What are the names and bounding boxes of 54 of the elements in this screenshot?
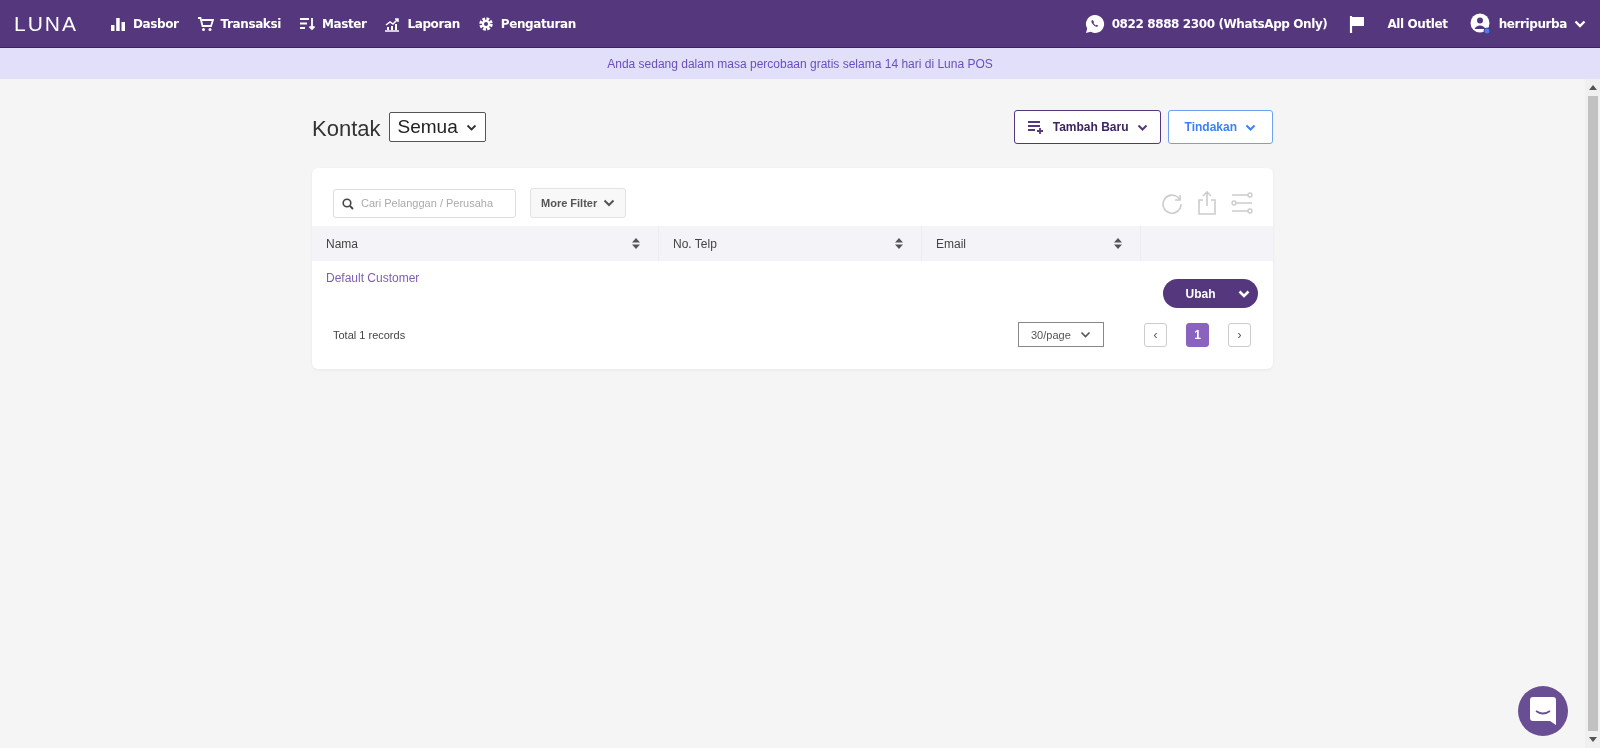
scrollbar[interactable] xyxy=(1585,79,1600,748)
next-page-button[interactable]: › xyxy=(1228,322,1251,347)
chevron-down-icon xyxy=(603,199,616,207)
chat-button[interactable] xyxy=(1518,686,1568,736)
flag-icon[interactable] xyxy=(1349,14,1366,33)
search-field[interactable]: Cari Pelanggan / Perusaha xyxy=(333,188,516,218)
growth-chart-icon xyxy=(384,15,401,32)
whatsapp-link[interactable]: 0822 8888 2300 (WhatsApp Only) xyxy=(1084,13,1328,34)
user-menu[interactable]: herripurba xyxy=(1469,12,1586,35)
chevron-down-icon xyxy=(1080,331,1091,338)
actions-button[interactable]: Tindakan xyxy=(1167,110,1273,144)
nav-link[interactable]: Laporan xyxy=(384,15,460,32)
user-avatar-icon xyxy=(1469,12,1492,35)
column-header[interactable]: Email xyxy=(922,226,1141,261)
chevron-down-icon xyxy=(465,123,477,131)
more-filter-button[interactable]: More Filter xyxy=(530,188,627,218)
outlet-selector[interactable]: All Outlet xyxy=(1387,16,1448,31)
add-new-button[interactable]: Tambah Baru xyxy=(1013,110,1161,144)
chevron-down-icon xyxy=(1245,123,1256,131)
sort-list-icon xyxy=(298,16,315,31)
chevron-down-icon xyxy=(1238,289,1250,298)
total-records: Total 1 records xyxy=(333,328,406,341)
edit-button[interactable]: Ubah xyxy=(1163,279,1258,308)
customer-link[interactable]: Default Customer xyxy=(326,271,420,285)
page-button[interactable]: 1 xyxy=(1186,322,1209,347)
chevron-down-icon xyxy=(1574,19,1586,28)
previous-page-button[interactable]: ‹ xyxy=(1144,322,1167,347)
contact-type-dropdown[interactable]: Semua xyxy=(388,112,486,142)
search-icon xyxy=(342,197,354,210)
cart-icon xyxy=(196,15,214,32)
sort-icon xyxy=(895,238,903,249)
list-add-icon xyxy=(1026,120,1045,134)
nav-link[interactable]: Pengaturan xyxy=(477,15,576,32)
column-header[interactable]: Nama xyxy=(312,226,659,261)
trial-notice: Anda sedang dalam masa percobaan gratis selama 14 hari di Luna POS xyxy=(607,56,993,71)
chevron-down-icon xyxy=(1136,123,1148,131)
chat-bubble-icon xyxy=(1529,696,1557,726)
nav-link[interactable]: Master xyxy=(298,16,367,31)
page-size-dropdown[interactable]: 30/page xyxy=(1018,322,1104,347)
settings-icon xyxy=(477,15,494,32)
export-icon[interactable] xyxy=(1197,191,1217,215)
nav-link[interactable]: Dasbor xyxy=(110,15,179,32)
refresh-icon[interactable] xyxy=(1161,192,1183,214)
scroll-down-icon xyxy=(1588,737,1597,742)
bar-chart-icon xyxy=(110,15,127,32)
filter-sliders-icon[interactable] xyxy=(1231,192,1253,214)
whatsapp-icon xyxy=(1084,13,1105,34)
scroll-up-icon xyxy=(1588,85,1597,90)
sort-icon xyxy=(632,238,640,249)
logo[interactable]: LUNA xyxy=(14,11,79,36)
nav-link[interactable]: Transaksi xyxy=(196,15,281,32)
column-header[interactable]: No. Telp xyxy=(659,226,922,261)
page-title: Kontak xyxy=(312,116,381,142)
sort-icon xyxy=(1114,238,1122,249)
